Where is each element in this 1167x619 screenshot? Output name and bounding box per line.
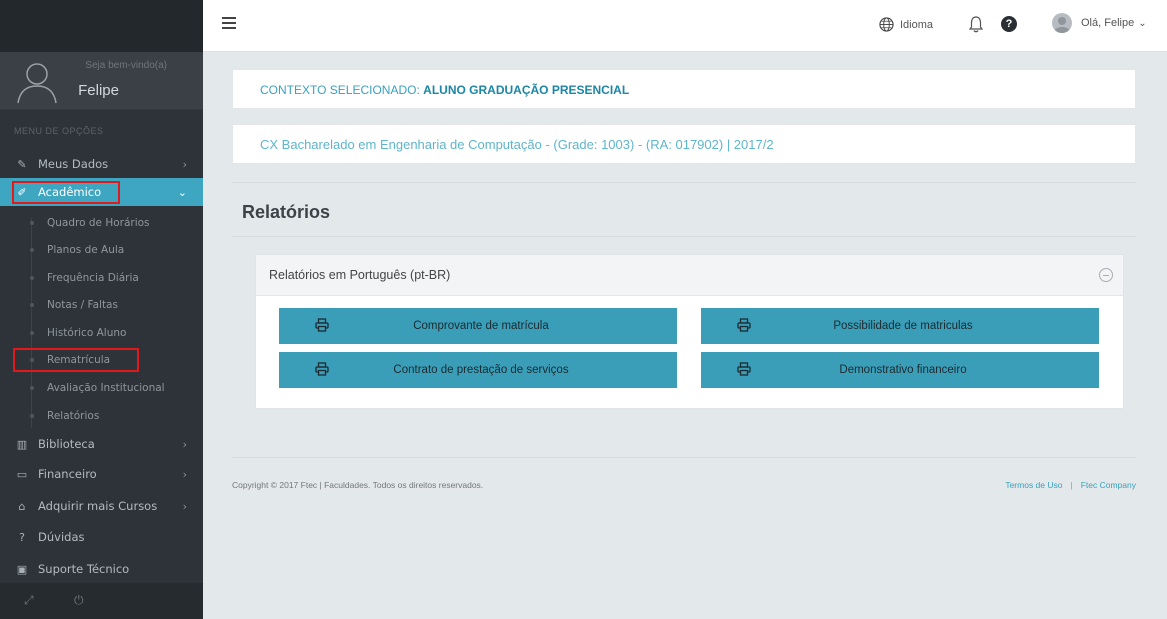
sidebar-item-label: Biblioteca: [38, 437, 95, 451]
sidebar-item-biblioteca[interactable]: ▥ Biblioteca ›: [0, 430, 203, 458]
divider: [232, 236, 1136, 237]
highlight-box-academico: [12, 181, 120, 204]
sidebar-item-label: Adquirir mais Cursos: [38, 499, 158, 513]
power-icon[interactable]: ⏻: [74, 593, 84, 608]
sidebar-item-label: Meus Dados: [38, 157, 109, 171]
bullet-icon: [30, 248, 34, 252]
bullet-icon: [30, 386, 34, 390]
book-icon: ▥: [16, 437, 28, 451]
folder-icon: ▭: [16, 467, 28, 481]
user-silhouette-icon: [1054, 17, 1070, 33]
footer-divider: [232, 457, 1136, 458]
user-greeting: Olá, Felipe: [1081, 17, 1135, 29]
edit-icon: ✎: [17, 157, 27, 171]
divider: [232, 182, 1136, 183]
context-text: CONTEXTO SELECIONADO: ALUNO GRADUAÇÃO PR…: [260, 83, 630, 97]
sidebar: Seja bem-vindo(a) Felipe MENU DE OPÇÕES …: [0, 0, 203, 619]
chevron-right-icon: ›: [182, 499, 187, 513]
possibilidade-matriculas-button[interactable]: Possibilidade de matriculas: [701, 308, 1099, 344]
highlight-box-rematricula: [13, 348, 139, 372]
bullet-icon: [30, 414, 34, 418]
chevron-right-icon: ›: [182, 467, 187, 481]
bell-icon[interactable]: [969, 16, 983, 33]
footer-links: Termos de Uso | Ftec Company: [1005, 480, 1136, 490]
course-card[interactable]: CX Bacharelado em Engenharia de Computaç…: [232, 124, 1136, 164]
menu-label: MENU DE OPÇÕES: [14, 126, 104, 136]
sidebar-footer: ⤢ ⏻: [0, 583, 203, 619]
submenu-item-avaliacao[interactable]: Avaliação Institucional: [0, 374, 203, 401]
welcome-text: Seja bem-vindo(a): [85, 60, 167, 71]
sidebar-item-meus-dados[interactable]: ✎ Meus Dados ›: [0, 150, 203, 178]
chevron-down-icon: ⌄: [1138, 17, 1147, 29]
sidebar-item-duvidas[interactable]: ? Dúvidas: [0, 523, 203, 551]
submenu-item-historico[interactable]: Histórico Aluno: [0, 319, 203, 346]
language-label: Idioma: [900, 18, 934, 31]
submenu-item-relatorios[interactable]: Relatórios: [0, 402, 203, 429]
main-content: CONTEXTO SELECIONADO: ALUNO GRADUAÇÃO PR…: [203, 52, 1167, 619]
panel-title: Relatórios em Português (pt-BR): [269, 268, 451, 282]
sidebar-item-suporte[interactable]: ▣ Suporte Técnico: [0, 555, 203, 583]
course-text: CX Bacharelado em Engenharia de Computaç…: [260, 137, 774, 152]
printer-icon: [737, 362, 751, 376]
fullscreen-icon[interactable]: ⤢: [24, 593, 34, 608]
user-avatar: [1052, 13, 1072, 33]
copyright-text: Copyright © 2017 Ftec | Faculdades. Todo…: [232, 480, 484, 490]
panel-header: Relatórios em Português (pt-BR): [256, 255, 1123, 296]
user-menu[interactable]: Olá, Felipe ⌄: [1052, 13, 1147, 33]
language-selector[interactable]: Idioma: [879, 17, 933, 32]
sidebar-item-label: Suporte Técnico: [38, 562, 130, 576]
comprovante-matricula-button[interactable]: Comprovante de matrícula: [279, 308, 677, 344]
sidebar-item-financeiro[interactable]: ▭ Financeiro ›: [0, 460, 203, 488]
sidebar-item-adquirir[interactable]: ⌂ Adquirir mais Cursos ›: [0, 492, 203, 520]
globe-icon: [879, 17, 894, 32]
sidebar-item-label: Financeiro: [38, 467, 97, 481]
submenu-item-quadro-horarios[interactable]: Quadro de Horários: [0, 209, 203, 236]
chevron-right-icon: ›: [182, 437, 187, 451]
home-icon: ⌂: [18, 499, 26, 513]
user-avatar-icon: [17, 63, 57, 104]
help-icon[interactable]: ?: [1001, 16, 1017, 32]
bullet-icon: [30, 221, 34, 225]
topbar: Idioma ? Olá, Felipe ⌄: [203, 0, 1167, 52]
terms-link[interactable]: Termos de Uso: [1005, 480, 1062, 490]
printer-icon: [315, 362, 329, 376]
sidebar-item-label: Dúvidas: [38, 530, 85, 544]
context-value: ALUNO GRADUAÇÃO PRESENCIAL: [423, 83, 630, 97]
reports-panel: Relatórios em Português (pt-BR) Comprova…: [255, 254, 1124, 409]
chevron-down-icon: ⌄: [177, 185, 187, 199]
sidebar-logo-area: [0, 0, 203, 52]
bullet-icon: [30, 303, 34, 307]
hamburger-menu-icon[interactable]: [222, 17, 236, 29]
company-link[interactable]: Ftec Company: [1081, 480, 1136, 490]
submenu-item-frequencia[interactable]: Frequência Diária: [0, 264, 203, 291]
printer-icon: [737, 318, 751, 332]
ambulance-icon: ▣: [16, 562, 28, 576]
separator: |: [1070, 480, 1073, 490]
chevron-right-icon: ›: [182, 157, 187, 171]
contrato-servicos-button[interactable]: Contrato de prestação de serviços: [279, 352, 677, 388]
question-circle-icon: ?: [19, 530, 25, 544]
page-title: Relatórios: [242, 202, 331, 222]
sidebar-user-name: Felipe: [78, 82, 119, 99]
demonstrativo-financeiro-button[interactable]: Demonstrativo financeiro: [701, 352, 1099, 388]
collapse-icon[interactable]: [1099, 268, 1113, 282]
submenu-item-planos-aula[interactable]: Planos de Aula: [0, 236, 203, 263]
bullet-icon: [30, 276, 34, 280]
submenu-item-notas-faltas[interactable]: Notas / Faltas: [0, 291, 203, 318]
printer-icon: [315, 318, 329, 332]
context-card: CONTEXTO SELECIONADO: ALUNO GRADUAÇÃO PR…: [232, 69, 1136, 109]
sidebar-user-panel: Seja bem-vindo(a) Felipe: [0, 52, 203, 110]
bullet-icon: [30, 331, 34, 335]
